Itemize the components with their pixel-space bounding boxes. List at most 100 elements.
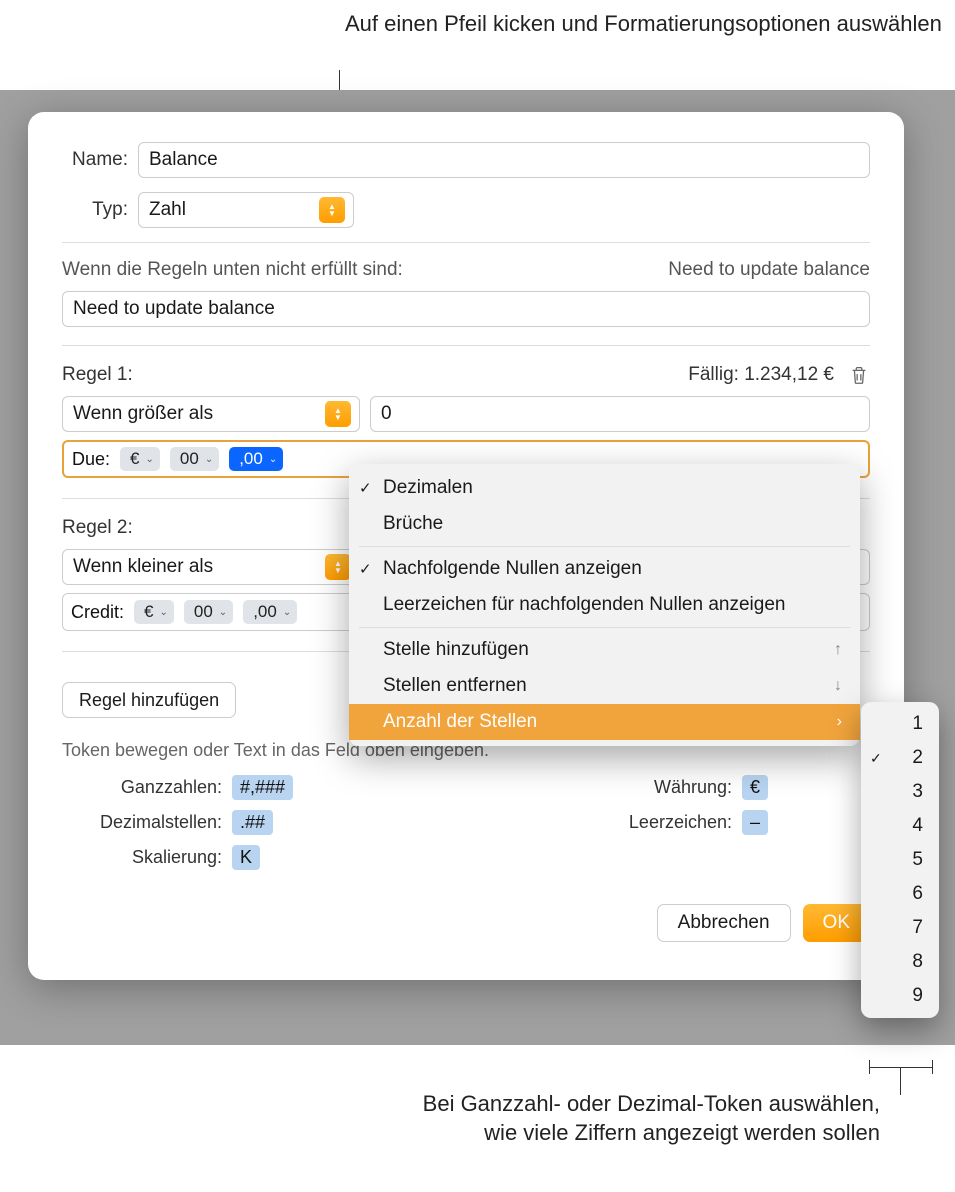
rule1-token-label: Due: (72, 449, 110, 470)
divider (62, 345, 870, 346)
decimal-token[interactable]: ,00 ⌄ (243, 600, 297, 624)
check-icon: ✓ (870, 750, 882, 767)
legend-label-skalierung: Skalierung: (62, 847, 232, 868)
rules-not-met-input[interactable]: Need to update balance (62, 291, 870, 327)
chevron-down-icon: ⌄ (283, 607, 291, 618)
check-icon: ✓ (359, 560, 372, 578)
rules-not-met-label: Wenn die Regeln unten nicht erfüllt sind… (62, 259, 403, 281)
chevron-down-icon: ⌄ (205, 454, 213, 465)
decimal-token[interactable]: ,00 ⌄ (229, 447, 283, 471)
dialog-buttons: Abbrechen OK (62, 904, 870, 942)
menu-label: Nachfolgende Nullen anzeigen (383, 558, 642, 580)
ok-button[interactable]: OK (803, 904, 870, 942)
submenu-item-2[interactable]: ✓2 (861, 741, 939, 775)
submenu-label: 8 (912, 951, 923, 973)
submenu-label: 9 (912, 985, 923, 1007)
submenu-item-6[interactable]: 6 (861, 877, 939, 911)
chevron-down-icon: ⌄ (159, 607, 167, 618)
menu-item-add-digit[interactable]: Stelle hinzufügen ↑ (349, 632, 860, 668)
currency-token[interactable]: € ⌄ (120, 447, 160, 471)
integer-token[interactable]: 00 ⌄ (170, 447, 219, 471)
type-select[interactable]: Zahl (138, 192, 354, 228)
rule2-token-label: Credit: (71, 602, 124, 623)
divider (62, 242, 870, 243)
format-popup-menu: ✓ Dezimalen Brüche ✓ Nachfolgende Nullen… (349, 464, 860, 746)
callout-line (900, 1067, 901, 1095)
rule2-condition-select[interactable]: Wenn kleiner als (62, 549, 360, 585)
legend-token-skalierung[interactable]: K (232, 845, 260, 870)
menu-label: Dezimalen (383, 477, 473, 499)
menu-separator (359, 546, 850, 547)
submenu-item-5[interactable]: 5 (861, 843, 939, 877)
menu-item-num-digits[interactable]: Anzahl der Stellen › (349, 704, 860, 740)
menu-item-trailing-spaces[interactable]: Leerzeichen für nachfolgenden Nullen anz… (349, 587, 860, 623)
submenu-item-1[interactable]: 1 (861, 707, 939, 741)
stepper-icon (319, 197, 345, 223)
submenu-label: 4 (912, 815, 923, 837)
menu-separator (359, 627, 850, 628)
name-row: Name: Balance (62, 142, 870, 178)
token-text: € (144, 602, 153, 622)
cancel-label: Abbrechen (678, 912, 770, 934)
token-text: ,00 (239, 449, 263, 469)
menu-item-remove-digit[interactable]: Stellen entfernen ↓ (349, 668, 860, 704)
legend-token-leerzeichen[interactable]: – (742, 810, 768, 835)
currency-token[interactable]: € ⌄ (134, 600, 174, 624)
callout-line (932, 1060, 933, 1074)
token-text: ,00 (253, 602, 277, 622)
rule2-title: Regel 2: (62, 517, 133, 539)
menu-item-dezimalen[interactable]: ✓ Dezimalen (349, 470, 860, 506)
rule1-condition-value: Wenn größer als (73, 403, 213, 425)
type-row: Typ: Zahl (62, 192, 870, 228)
submenu-item-9[interactable]: 9 (861, 979, 939, 1013)
rule1-condition-select[interactable]: Wenn größer als (62, 396, 360, 432)
type-value: Zahl (149, 199, 186, 221)
ok-label: OK (823, 912, 850, 934)
name-value: Balance (149, 149, 218, 171)
name-input[interactable]: Balance (138, 142, 870, 178)
integer-token[interactable]: 00 ⌄ (184, 600, 233, 624)
rules-not-met-preview: Need to update balance (668, 259, 870, 281)
menu-label: Leerzeichen für nachfolgenden Nullen anz… (383, 594, 785, 616)
menu-item-trailing-zeros[interactable]: ✓ Nachfolgende Nullen anzeigen (349, 551, 860, 587)
legend-token-ganzzahlen[interactable]: #,### (232, 775, 293, 800)
rules-not-met-value: Need to update balance (73, 298, 275, 320)
submenu-label: 6 (912, 883, 923, 905)
chevron-down-icon: ⌄ (219, 607, 227, 618)
chevron-down-icon: ⌄ (269, 454, 277, 465)
stepper-icon (325, 554, 351, 580)
legend-token-dezimal[interactable]: .## (232, 810, 273, 835)
callout-line (869, 1067, 933, 1068)
digits-submenu: 1 ✓23 4 5 6 7 8 9 (861, 702, 939, 1018)
rule1-value-input[interactable]: 0 (370, 396, 870, 432)
legend-label-leerzeichen: Leerzeichen: (612, 812, 742, 833)
trash-icon[interactable] (848, 364, 870, 386)
add-rule-button[interactable]: Regel hinzufügen (62, 682, 236, 718)
menu-item-brueche[interactable]: Brüche (349, 506, 860, 542)
submenu-item-4[interactable]: 4 (861, 809, 939, 843)
token-text: 00 (180, 449, 199, 469)
rule1-example: Fällig: 1.234,12 € (688, 364, 834, 386)
submenu-item-8[interactable]: 8 (861, 945, 939, 979)
rule1-value: 0 (381, 403, 392, 425)
token-text: € (130, 449, 139, 469)
legend-token-waehrung[interactable]: € (742, 775, 768, 800)
submenu-item-3[interactable]: 3 (861, 775, 939, 809)
cancel-button[interactable]: Abbrechen (657, 904, 791, 942)
chevron-down-icon: ⌄ (146, 454, 154, 465)
legend-label-dezimal: Dezimalstellen: (62, 812, 232, 833)
rule1-title: Regel 1: (62, 364, 133, 386)
rule1-condition-row: Wenn größer als 0 (62, 396, 870, 432)
submenu-label: 1 (912, 713, 923, 735)
name-label: Name: (62, 149, 138, 171)
chevron-right-icon: › (837, 713, 842, 731)
menu-label: Brüche (383, 513, 443, 535)
submenu-item-7[interactable]: 7 (861, 911, 939, 945)
callout-top: Auf einen Pfeil kicken und Formatierungs… (345, 10, 942, 39)
add-rule-label: Regel hinzufügen (79, 690, 219, 711)
down-arrow-icon: ↓ (834, 677, 842, 695)
stepper-icon (325, 401, 351, 427)
submenu-label: 5 (912, 849, 923, 871)
submenu-label: 7 (912, 917, 923, 939)
type-label: Typ: (62, 199, 138, 221)
